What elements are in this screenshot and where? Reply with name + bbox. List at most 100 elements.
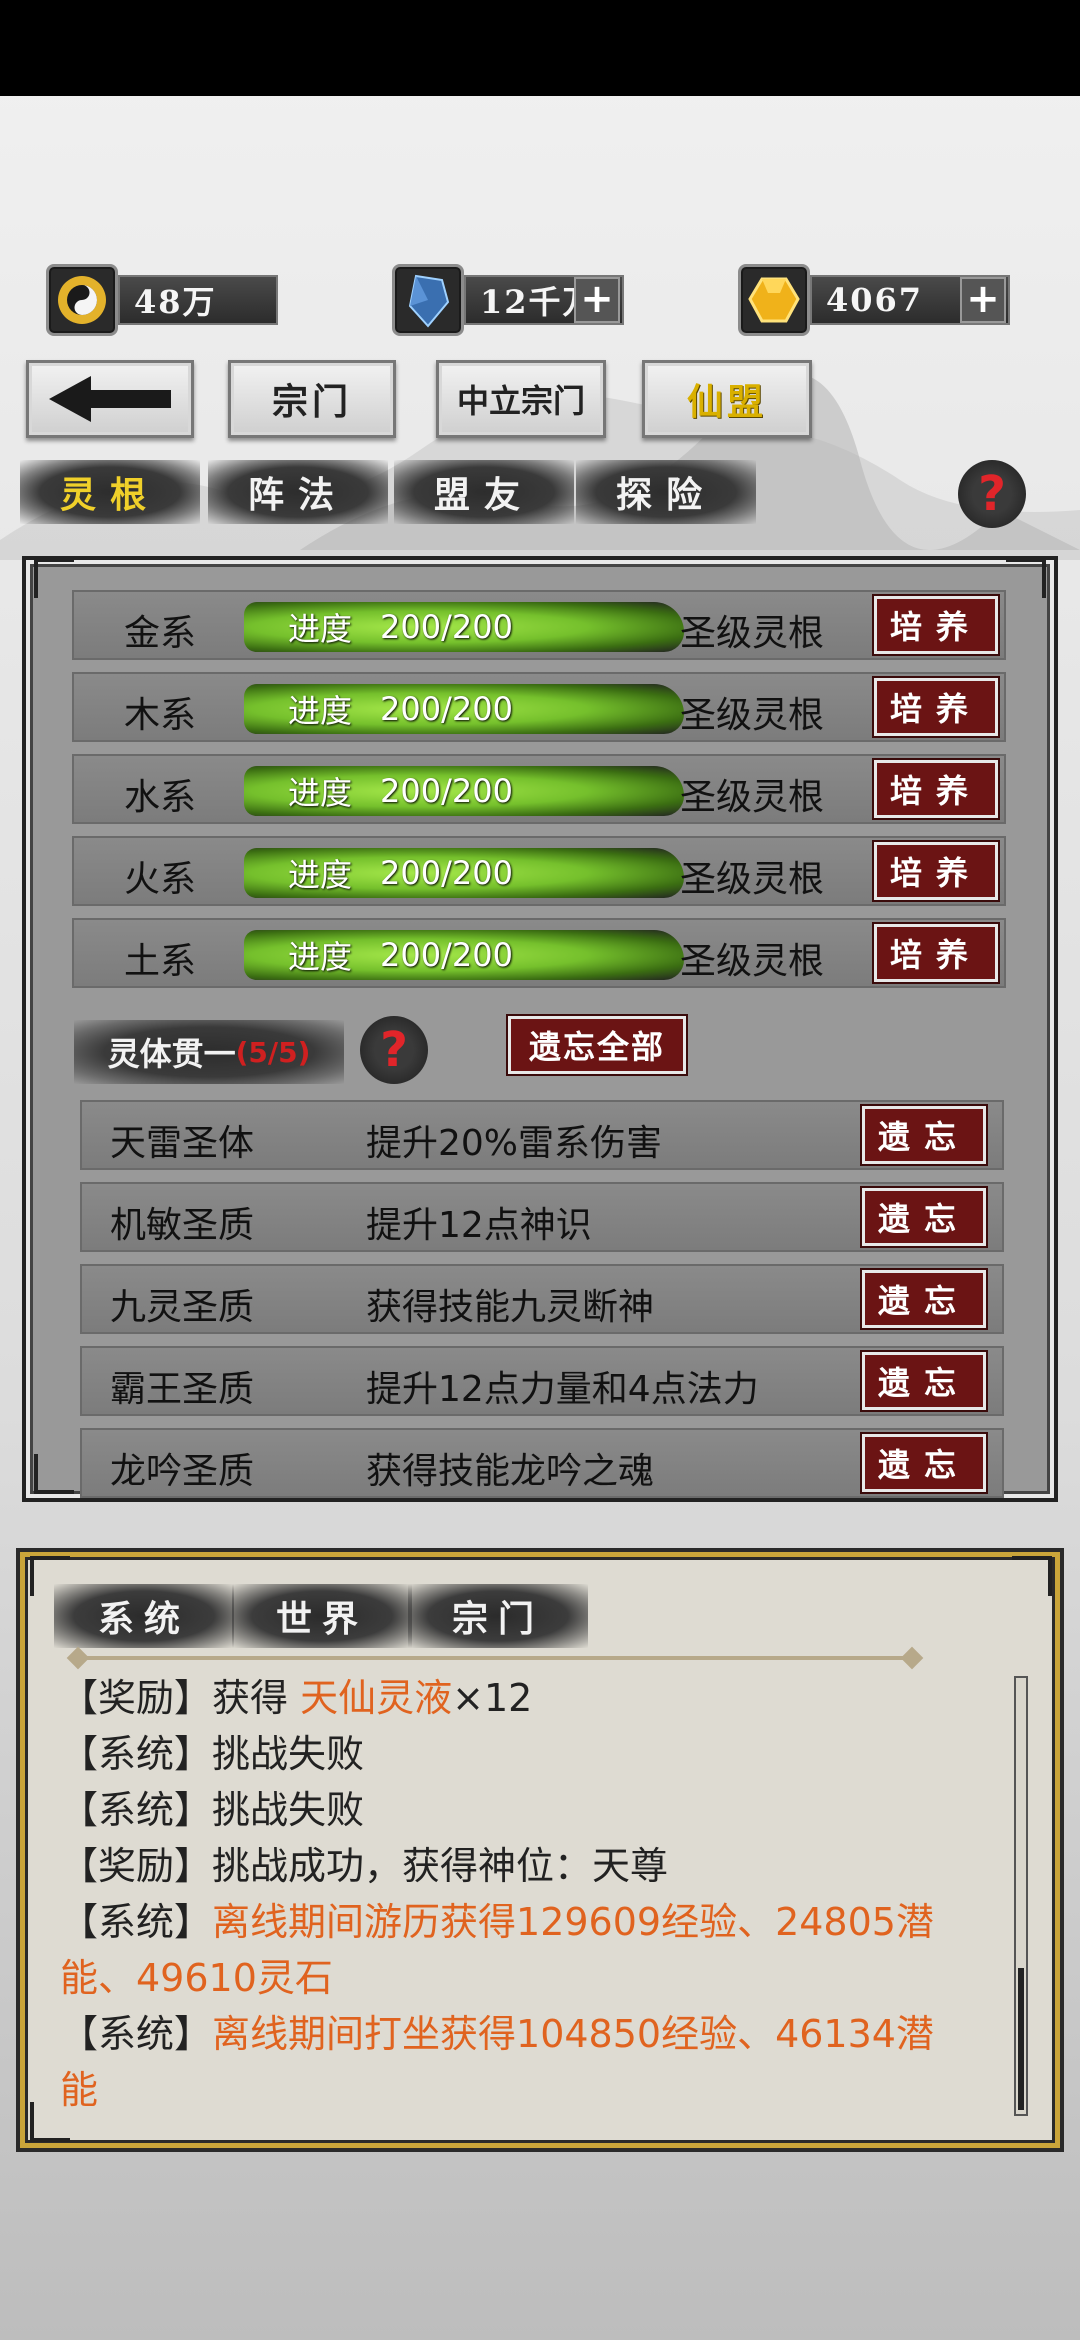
spirit-root-row: 水系 进度 200/200 圣级灵根 培养 — [72, 754, 1006, 824]
tab-spirit-root[interactable]: 灵根 — [20, 460, 200, 524]
talent-name: 机敏圣质 — [110, 1205, 255, 1246]
back-button[interactable] — [26, 360, 194, 438]
chat-divider — [76, 1656, 916, 1660]
chat-message-highlight: 天仙灵液 — [300, 1676, 453, 1720]
nav-neutral-sect-button[interactable]: 中立宗门 — [436, 360, 606, 438]
spirit-root-grade: 圣级灵根 — [680, 941, 825, 982]
forget-button[interactable]: 遗忘 — [862, 1352, 986, 1410]
talent-name: 九灵圣质 — [110, 1287, 255, 1328]
body-section-count: (5/5) — [235, 1035, 311, 1069]
cultivate-button[interactable]: 培养 — [874, 596, 998, 654]
chat-tab-sect[interactable]: 宗门 — [408, 1584, 588, 1648]
talent-name: 龙吟圣质 — [110, 1451, 255, 1492]
chat-message: 【系统】挑战失败 — [60, 1726, 970, 1782]
crystal-icon — [392, 264, 464, 336]
talent-description: 提升20%雷系伤害 — [366, 1123, 663, 1164]
chat-message-tag: 【奖励】 — [60, 1676, 213, 1720]
chat-message: 【系统】离线期间打坐获得104850经验、46134潜能 — [60, 2006, 970, 2118]
talent-description: 获得技能九灵断神 — [366, 1287, 655, 1328]
talent-description: 提升12点力量和4点法力 — [366, 1369, 759, 1410]
progress-value: 200/200 — [380, 854, 513, 892]
cultivate-button[interactable]: 培养 — [874, 678, 998, 736]
chat-corner-decoration — [1012, 1556, 1052, 1596]
chat-message-suffix: ×12 — [452, 1676, 533, 1720]
progress-label: 进度 — [288, 774, 353, 812]
tab-formation[interactable]: 阵法 — [208, 460, 388, 524]
chat-message-tag: 【系统】 — [60, 2012, 213, 2056]
currency-crystal: 12千万 + — [392, 264, 624, 336]
spirit-root-name: 木系 — [124, 695, 197, 736]
body-section-title-text: 灵体贯一 — [107, 1035, 236, 1073]
help-icon[interactable]: ? — [958, 460, 1026, 528]
panel-corner-decoration — [34, 1454, 74, 1494]
status-bar — [0, 0, 1080, 96]
chat-scrollbar[interactable] — [1014, 1676, 1028, 2116]
spirit-root-name: 土系 — [124, 941, 197, 982]
currency-gold: 4067 + — [738, 264, 1010, 336]
chat-message: 【奖励】获得 天仙灵液×12 — [60, 1670, 970, 1726]
spirit-root-name: 金系 — [124, 613, 197, 654]
talent-description: 获得技能龙吟之魂 — [366, 1451, 655, 1492]
spirit-root-progress-bar: 进度 200/200 — [244, 684, 684, 734]
spirit-root-row: 土系 进度 200/200 圣级灵根 培养 — [72, 918, 1006, 988]
body-help-icon[interactable]: ? — [360, 1016, 428, 1084]
forget-button[interactable]: 遗忘 — [862, 1188, 986, 1246]
spirit-root-progress-bar: 进度 200/200 — [244, 602, 684, 652]
progress-value: 200/200 — [380, 772, 513, 810]
spirit-root-progress-bar: 进度 200/200 — [244, 766, 684, 816]
gold-ingot-icon — [738, 264, 810, 336]
progress-label: 进度 — [288, 692, 353, 730]
progress-label: 进度 — [288, 610, 353, 648]
forget-button[interactable]: 遗忘 — [862, 1270, 986, 1328]
chat-scrollbar-thumb[interactable] — [1018, 1968, 1024, 2110]
cultivate-button[interactable]: 培养 — [874, 760, 998, 818]
spirit-root-row: 木系 进度 200/200 圣级灵根 培养 — [72, 672, 1006, 742]
currency-spirit: 48万 — [46, 264, 278, 336]
nav-sect-button[interactable]: 宗门 — [228, 360, 396, 438]
progress-label: 进度 — [288, 856, 353, 894]
chat-message-text: 挑战失败 — [212, 1788, 365, 1832]
progress-value: 200/200 — [380, 936, 513, 974]
spirit-root-grade: 圣级灵根 — [680, 859, 825, 900]
spirit-root-progress-bar: 进度 200/200 — [244, 930, 684, 980]
chat-message-text: 挑战失败 — [212, 1732, 365, 1776]
chat-message: 【奖励】挑战成功，获得神位：天尊 — [60, 1838, 970, 1894]
spirit-root-row: 火系 进度 200/200 圣级灵根 培养 — [72, 836, 1006, 906]
talent-description: 提升12点神识 — [366, 1205, 592, 1246]
talent-name: 天雷圣体 — [110, 1123, 255, 1164]
spirit-root-grade: 圣级灵根 — [680, 613, 825, 654]
forget-all-button[interactable]: 遗忘全部 — [508, 1016, 686, 1074]
nav-alliance-button[interactable]: 仙盟 — [642, 360, 812, 438]
spirit-root-name: 水系 — [124, 777, 197, 818]
forget-button[interactable]: 遗忘 — [862, 1106, 986, 1164]
chat-message-tag: 【系统】 — [60, 1732, 213, 1776]
chat-message-tag: 【奖励】 — [60, 1844, 213, 1888]
progress-value: 200/200 — [380, 608, 513, 646]
chat-message: 【系统】挑战失败 — [60, 1782, 970, 1838]
arrow-left-icon — [49, 376, 171, 422]
talent-row: 九灵圣质 获得技能九灵断神 遗忘 — [80, 1264, 1004, 1334]
tab-explore[interactable]: 探险 — [576, 460, 756, 524]
spirit-root-progress-bar: 进度 200/200 — [244, 848, 684, 898]
body-section-title: 灵体贯一 (5/5) — [74, 1020, 344, 1084]
chat-message-tag: 【系统】 — [60, 1900, 213, 1944]
tab-allies[interactable]: 盟友 — [394, 460, 574, 524]
spirit-root-grade: 圣级灵根 — [680, 695, 825, 736]
talent-row: 天雷圣体 提升20%雷系伤害 遗忘 — [80, 1100, 1004, 1170]
cultivate-button[interactable]: 培养 — [874, 842, 998, 900]
talent-row: 霸王圣质 提升12点力量和4点法力 遗忘 — [80, 1346, 1004, 1416]
chat-tab-world[interactable]: 世界 — [232, 1584, 412, 1648]
chat-message: 【系统】离线期间游历获得129609经验、24805潜能、49610灵石 — [60, 1894, 970, 2006]
chat-message-text: 挑战成功，获得神位：天尊 — [212, 1844, 669, 1888]
progress-value: 200/200 — [380, 690, 513, 728]
spirit-value: 48万 — [118, 275, 278, 325]
chat-tab-system[interactable]: 系统 — [54, 1584, 234, 1648]
yin-yang-icon — [46, 264, 118, 336]
forget-button[interactable]: 遗忘 — [862, 1434, 986, 1492]
add-gold-button[interactable]: + — [960, 277, 1006, 323]
talent-row: 机敏圣质 提升12点神识 遗忘 — [80, 1182, 1004, 1252]
chat-message-text: 获得 — [212, 1676, 301, 1720]
chat-message-tag: 【系统】 — [60, 1788, 213, 1832]
add-crystal-button[interactable]: + — [574, 277, 620, 323]
cultivate-button[interactable]: 培养 — [874, 924, 998, 982]
